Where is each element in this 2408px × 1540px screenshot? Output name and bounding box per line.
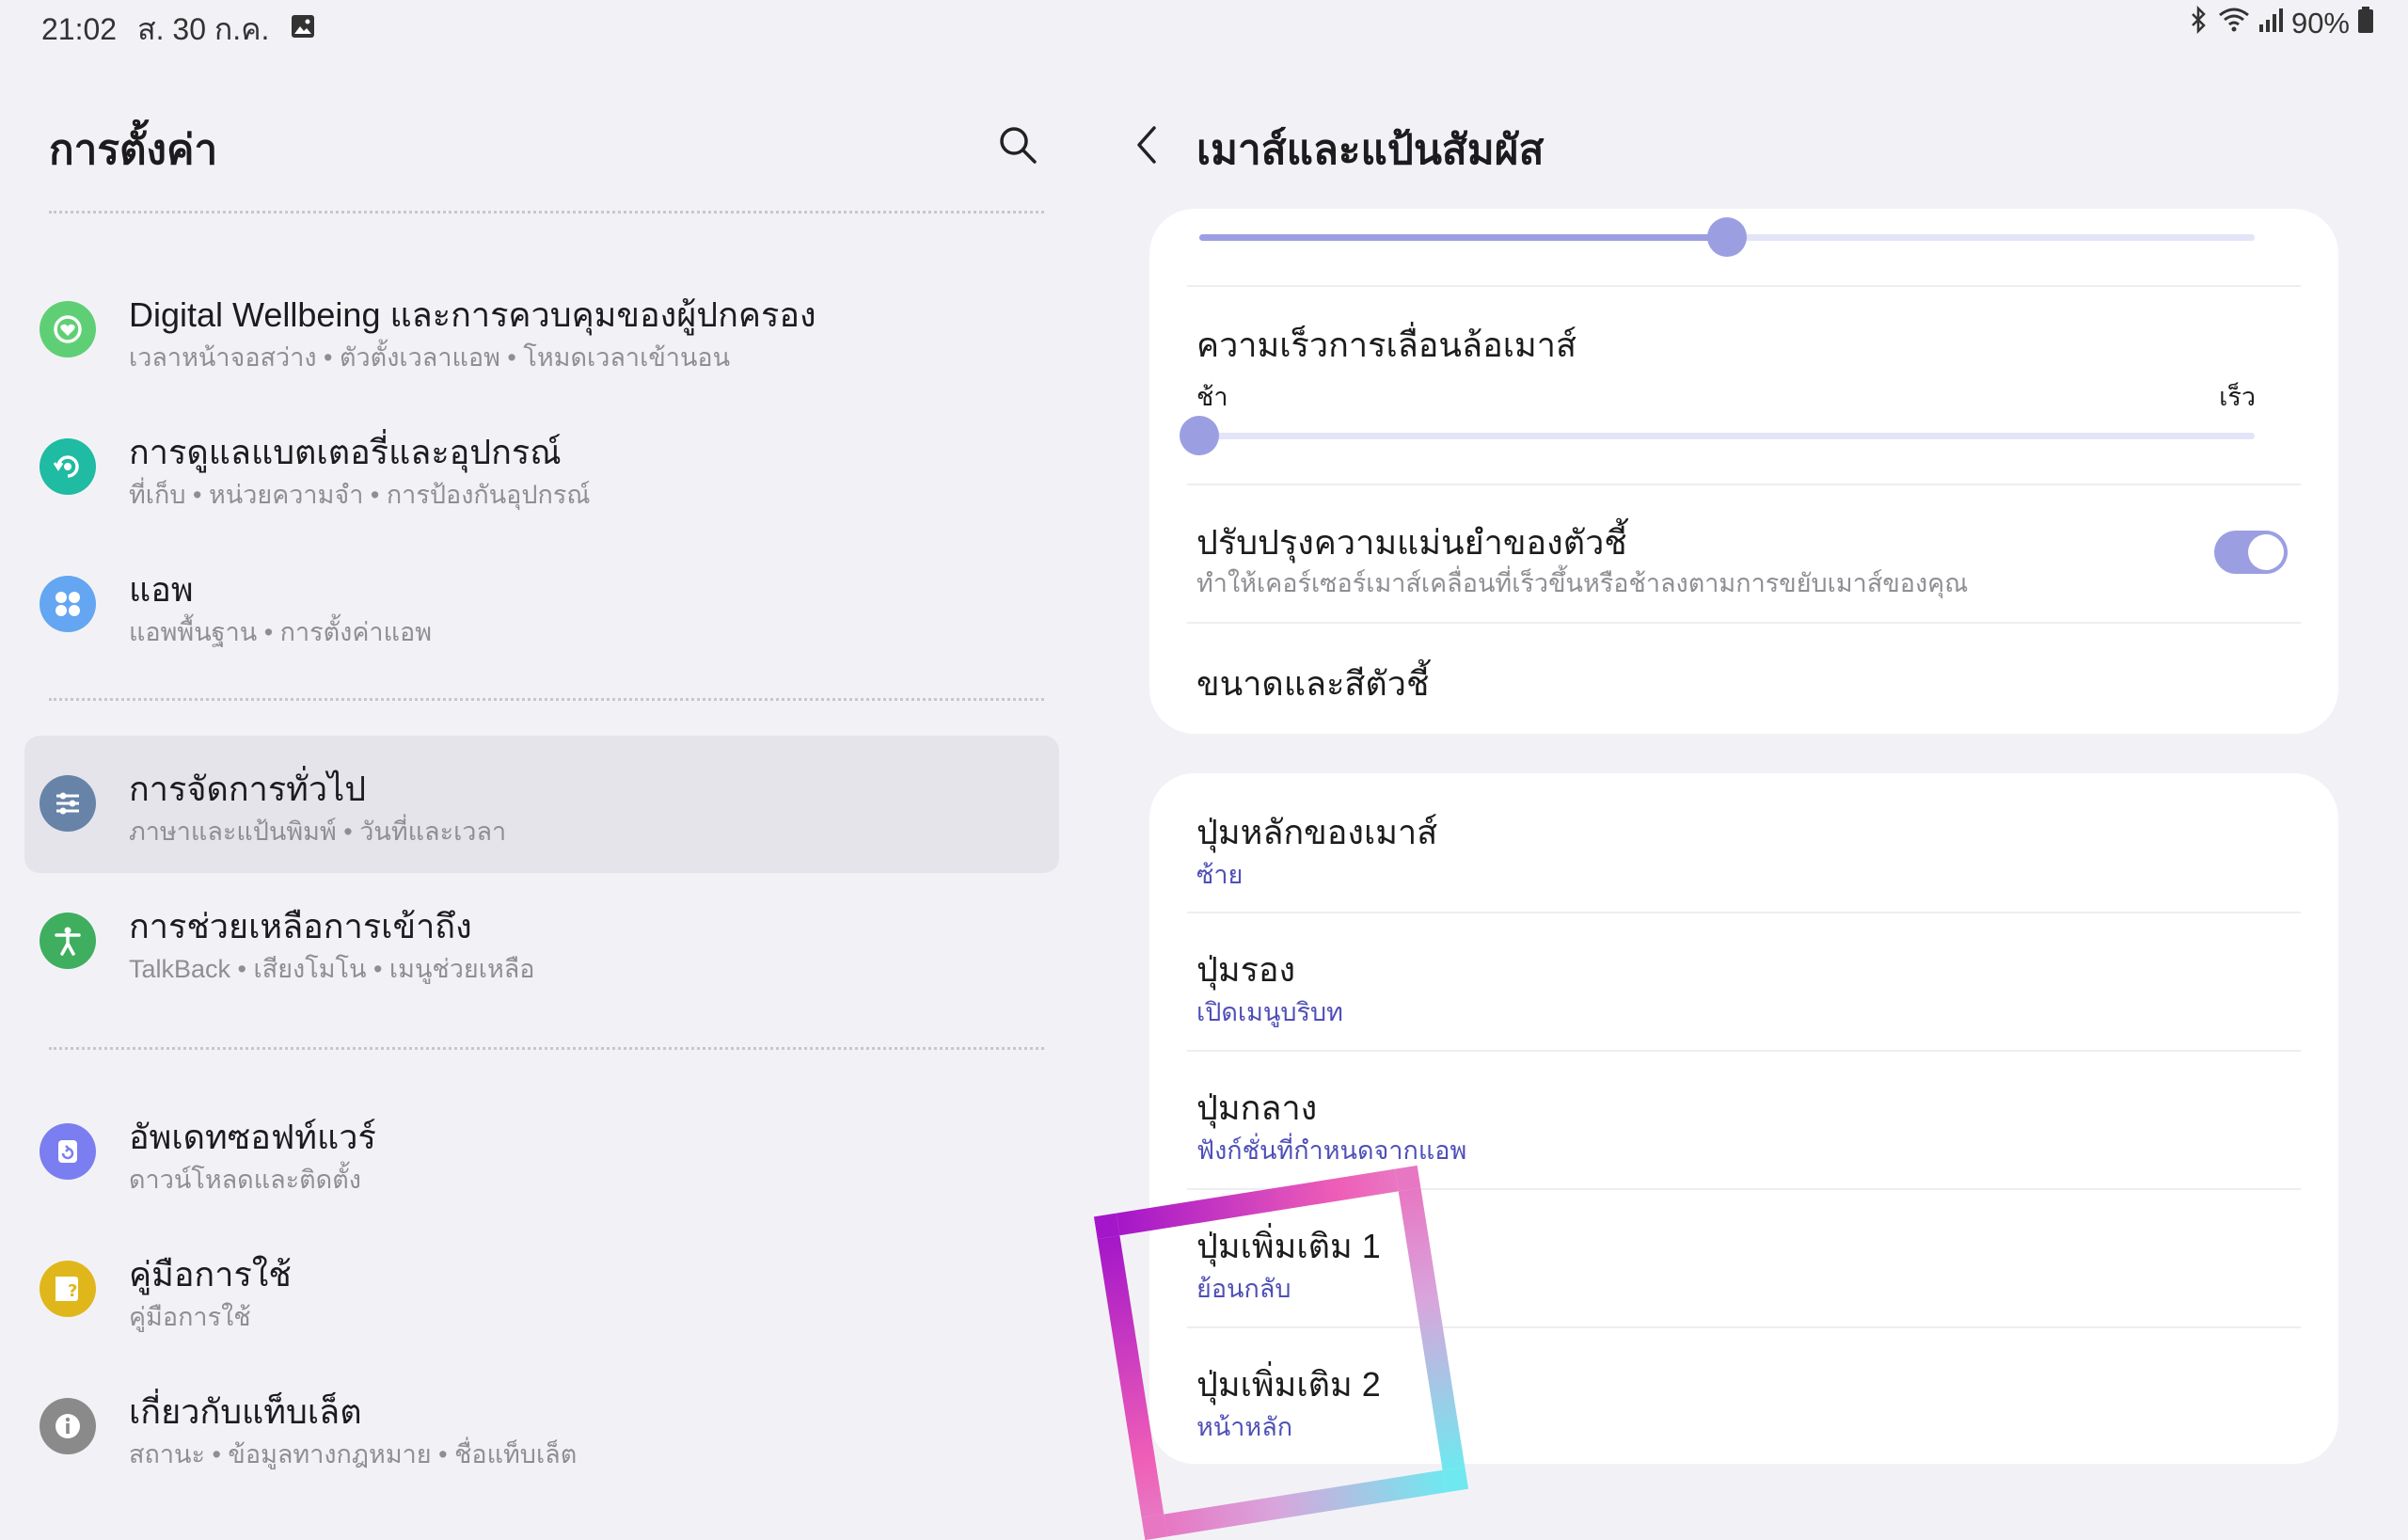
item-title: การจัดการทั่วไป: [129, 770, 367, 808]
item-subtitle: สถานะ • ข้อมูลทางกฎหมาย • ชื่อแท็บเล็ต: [129, 1440, 578, 1469]
item-title: แอพ: [129, 570, 194, 609]
sliders-icon: [40, 775, 96, 832]
item-title: ปุ่มหลักของเมาส์: [1196, 813, 1438, 851]
highlight-frame: [1093, 1165, 1469, 1540]
apps-icon: [40, 576, 96, 632]
wifi-icon: [2218, 6, 2250, 41]
divider: [49, 698, 1044, 701]
divider: [49, 1047, 1044, 1050]
pointer-speed-fill: [1199, 234, 1727, 241]
scroll-speed-min-label: ช้า: [1196, 383, 1228, 411]
item-title: คู่มือการใช้: [129, 1255, 292, 1294]
heart-icon: [40, 301, 96, 357]
settings-item-apps[interactable]: แอพ แอพพื้นฐาน • การตั้งค่าแอพ: [24, 536, 1059, 674]
divider: [49, 211, 1044, 214]
row-divider: [1187, 1050, 2301, 1052]
row-divider: [1187, 912, 2301, 913]
item-title: อัพเดทซอฟท์แวร์: [129, 1118, 376, 1156]
battery-icon: [2357, 6, 2374, 41]
battery-percent: 90%: [2290, 7, 2350, 40]
item-title: ปุ่มกลาง: [1196, 1088, 1318, 1127]
page-title: การตั้งค่า: [49, 127, 218, 173]
middle-button-item[interactable]: ปุ่มกลาง ฟังก์ชั่นที่กำหนดจากแอพ: [1149, 1068, 2338, 1188]
item-subtitle: ภาษาและแป้นพิมพ์ • วันที่และเวลา: [129, 818, 507, 846]
svg-text:?: ?: [68, 1281, 77, 1301]
back-button[interactable]: [1125, 120, 1170, 169]
detail-title: เมาส์และแป้นสัมผัส: [1196, 127, 1545, 173]
settings-item-digital-wellbeing[interactable]: Digital Wellbeing และการควบคุมของผู้ปกคร…: [24, 262, 1059, 399]
item-value: ฟังก์ชั่นที่กำหนดจากแอพ: [1196, 1136, 1467, 1165]
scroll-speed-max-label: เร็ว: [2219, 383, 2256, 411]
secondary-button-item[interactable]: ปุ่มรอง เปิดเมนูบริบท: [1149, 929, 2338, 1050]
toggle-knob: [2248, 534, 2284, 570]
pointer-size-color-item[interactable]: ขนาดและสีตัวชี้: [1196, 657, 1429, 710]
settings-item-general-management[interactable]: การจัดการทั่วไป ภาษาและแป้นพิมพ์ • วันที…: [24, 736, 1059, 873]
info-icon: [40, 1398, 96, 1454]
settings-item-device-care[interactable]: การดูแลแบตเตอรี่และอุปกรณ์ ที่เก็บ • หน่…: [24, 399, 1059, 536]
row-divider: [1187, 484, 2301, 485]
scroll-speed-thumb[interactable]: [1180, 416, 1219, 455]
device-care-icon: [40, 438, 96, 495]
status-bar: 21:02 ส. 30 ก.ค. 90%: [0, 0, 2408, 49]
settings-item-about-tablet[interactable]: เกี่ยวกับแท็บเล็ต สถานะ • ข้อมูลทางกฎหมา…: [24, 1358, 1059, 1496]
search-button[interactable]: [993, 120, 1042, 169]
update-icon: [40, 1123, 96, 1180]
scroll-speed-label: ความเร็วการเลื่อนล้อเมาส์: [1196, 325, 1576, 364]
precision-toggle[interactable]: [2214, 531, 2288, 574]
item-title: การช่วยเหลือการเข้าถึง: [129, 907, 472, 945]
clock: 21:02: [41, 12, 118, 46]
item-subtitle: เวลาหน้าจอสว่าง • ตัวตั้งเวลาแอพ • โหมดเ…: [129, 343, 731, 372]
scroll-speed-track[interactable]: [1199, 433, 2255, 439]
item-title: การดูแลแบตเตอรี่และอุปกรณ์: [129, 433, 562, 471]
manual-icon: ?: [40, 1261, 96, 1317]
item-value: เปิดเมนูบริบท: [1196, 998, 1343, 1026]
item-value: ซ้าย: [1196, 861, 1244, 889]
signal-icon: [2258, 6, 2284, 41]
item-title: Digital Wellbeing และการควบคุมของผู้ปกคร…: [129, 295, 816, 334]
row-divider: [1187, 285, 2301, 287]
item-subtitle: คู่มือการใช้: [129, 1303, 251, 1331]
primary-button-item[interactable]: ปุ่มหลักของเมาส์ ซ้าย: [1149, 792, 2338, 913]
item-title: ปุ่มรอง: [1196, 950, 1296, 989]
precision-label: ปรับปรุงความแม่นยำของตัวชี้: [1196, 523, 1627, 562]
pointer-settings-card: [1149, 209, 2338, 734]
search-icon: [1000, 127, 1037, 164]
precision-description: ทำให้เคอร์เซอร์เมาส์เคลื่อนที่เร็วขึ้นหร…: [1196, 569, 1969, 597]
item-subtitle: TalkBack • เสียงโมโน • เมนูช่วยเหลือ: [129, 955, 535, 983]
back-arrow-icon: [1137, 126, 1156, 164]
pointer-speed-thumb[interactable]: [1707, 217, 1747, 257]
settings-item-software-update[interactable]: อัพเดทซอฟท์แวร์ ดาวน์โหลดและติดตั้ง: [24, 1084, 1059, 1221]
item-title: เกี่ยวกับแท็บเล็ต: [129, 1392, 362, 1431]
item-subtitle: ที่เก็บ • หน่วยความจำ • การป้องกันอุปกรณ…: [129, 481, 591, 509]
accessibility-icon: [40, 913, 96, 969]
gallery-icon: [290, 12, 316, 47]
item-subtitle: แอพพื้นฐาน • การตั้งค่าแอพ: [129, 618, 433, 646]
row-divider: [1187, 622, 2301, 624]
settings-item-user-manual[interactable]: ? คู่มือการใช้ คู่มือการใช้: [24, 1221, 1059, 1358]
bluetooth-icon: [2188, 5, 2210, 41]
item-subtitle: ดาวน์โหลดและติดตั้ง: [129, 1166, 361, 1194]
settings-item-accessibility[interactable]: การช่วยเหลือการเข้าถึง TalkBack • เสียงโ…: [24, 873, 1059, 1010]
date: ส. 30 ก.ค.: [137, 12, 270, 46]
